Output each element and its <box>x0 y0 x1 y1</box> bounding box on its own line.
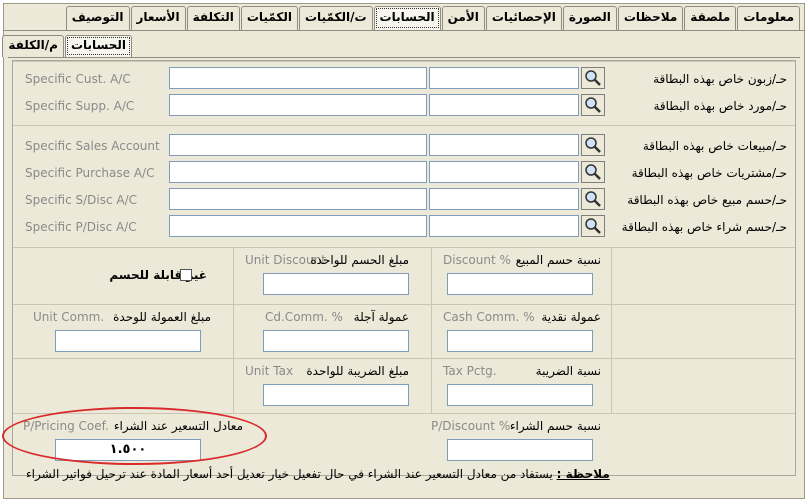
subtab-cost-center[interactable]: م/الكلفة <box>2 35 64 57</box>
purchase-discount-account-name-field[interactable] <box>429 215 579 237</box>
subtab-strip-divider <box>8 57 800 58</box>
magnifier-icon <box>585 137 601 153</box>
note-text: يستفاد من معادل التسعير عند الشراء في حا… <box>26 467 553 481</box>
annotation-oval <box>2 407 267 465</box>
tab-prices[interactable]: الأسعار <box>130 6 186 30</box>
p-discount-en-label: P/Discount % <box>431 419 511 433</box>
cash-comm-field[interactable] <box>447 330 593 352</box>
account-label-en: Specific Purchase A/C <box>25 166 155 180</box>
account-row-customer: Specific Cust. A/C حـ/زبون خاص بهذه البط… <box>13 67 795 93</box>
account-label-en: Specific P/Disc A/C <box>25 220 137 234</box>
account-row-sales: Specific Sales Account حـ/مبيعات خاص بهذ… <box>13 134 795 160</box>
tax-pct-field[interactable] <box>447 384 593 406</box>
unit-comm-field[interactable] <box>55 330 201 352</box>
cash-comm-ar-label: عمولة نقدية <box>541 310 601 324</box>
unit-comm-ar-label: مبلغ العمولة للوحدة <box>113 310 211 324</box>
p-discount-field[interactable] <box>447 439 593 461</box>
customer-account-search-button[interactable] <box>581 67 605 89</box>
account-label-ar: حـ/زبون خاص بهذه البطاقة <box>653 72 787 86</box>
tax-pct-en-label: Tax Pctg. <box>443 364 497 378</box>
account-label-ar: حـ/حسم شراء خاص بهذه البطاقة <box>621 220 787 234</box>
supplier-account-search-button[interactable] <box>581 94 605 116</box>
tab-accounts[interactable]: الحسابات <box>373 6 441 30</box>
note-label: ملاحظة : <box>556 467 610 481</box>
tab-sticker[interactable]: ملصقة <box>684 6 737 30</box>
unit-discount-field[interactable] <box>263 273 409 295</box>
cd-comm-field[interactable] <box>263 330 409 352</box>
purchase-account-name-field[interactable] <box>429 161 579 183</box>
customer-account-name-field[interactable] <box>429 67 579 89</box>
unit-tax-ar-label: مبلغ الضريبة للواحدة <box>306 364 409 378</box>
purchase-discount-account-search-button[interactable] <box>581 215 605 237</box>
tab-security[interactable]: الأمن <box>441 6 485 30</box>
tab-strip-divider <box>4 30 804 31</box>
subtab-accounts[interactable]: الحسابات <box>64 35 132 57</box>
account-label-en: Specific S/Disc A/C <box>25 193 138 207</box>
cash-comm-en-label: Cash Comm. % <box>443 310 535 324</box>
sales-discount-account-search-button[interactable] <box>581 188 605 210</box>
sales-account-code-field[interactable] <box>169 134 427 156</box>
account-label-ar: حـ/مشتريات خاص بهذه البطاقة <box>631 166 787 180</box>
p-discount-ar-label: نسبة حسم الشراء <box>509 419 601 433</box>
magnifier-icon <box>585 218 601 234</box>
main-tab-strip: معلومات ملصقة ملاحظات الصورة الإحصائيات … <box>65 6 800 30</box>
supplier-account-name-field[interactable] <box>429 94 579 116</box>
tab-cost[interactable]: التكلفة <box>186 6 240 30</box>
magnifier-icon <box>585 70 601 86</box>
account-label-en: Specific Supp. A/C <box>25 99 135 113</box>
purchase-account-code-field[interactable] <box>169 161 427 183</box>
tab-info[interactable]: معلومات <box>737 6 800 30</box>
account-label-ar: حـ/مورد خاص بهذه البطاقة <box>653 99 787 113</box>
account-row-supplier: Specific Supp. A/C حـ/مورد خاص بهذه البط… <box>13 94 795 120</box>
account-label-en: Specific Sales Account <box>25 139 160 153</box>
cd-comm-ar-label: عمولة آجلة <box>353 310 409 324</box>
not-discountable-label: غير قابلة للحسم <box>109 268 207 282</box>
sales-account-search-button[interactable] <box>581 134 605 156</box>
magnifier-icon <box>585 97 601 113</box>
tab-image[interactable]: الصورة <box>562 6 617 30</box>
cd-comm-en-label: Cd.Comm. % <box>265 310 343 324</box>
unit-tax-en-label: Unit Tax <box>245 364 294 378</box>
customer-account-code-field[interactable] <box>169 67 427 89</box>
account-label-ar: حـ/حسم مبيع خاص بهذه البطاقة <box>627 193 787 207</box>
sales-discount-account-code-field[interactable] <box>169 188 427 210</box>
purchase-account-search-button[interactable] <box>581 161 605 183</box>
account-row-purchase: Specific Purchase A/C حـ/مشتريات خاص بهذ… <box>13 161 795 187</box>
sales-discount-account-name-field[interactable] <box>429 188 579 210</box>
account-row-sales-discount: Specific S/Disc A/C حـ/حسم مبيع خاص بهذه… <box>13 188 795 214</box>
unit-discount-ar-label: مبلغ الحسم للواحدة <box>310 253 409 267</box>
tab-statistics[interactable]: الإحصائيات <box>485 6 562 30</box>
tab-notes[interactable]: ملاحظات <box>617 6 684 30</box>
purchase-discount-account-code-field[interactable] <box>169 215 427 237</box>
account-label-ar: حـ/مبيعات خاص بهذه البطاقة <box>642 139 787 153</box>
discount-pct-field[interactable] <box>447 273 593 295</box>
footer-note: ملاحظة : يستفاد من معادل التسعير عند الش… <box>26 467 610 481</box>
tax-pct-ar-label: نسبة الضريبة <box>535 364 601 378</box>
unit-comm-en-label: Unit Comm. <box>33 310 105 324</box>
tab-quantities-t[interactable]: ت/الكمّيات <box>298 6 373 30</box>
unit-tax-field[interactable] <box>263 384 409 406</box>
account-row-purchase-discount: Specific P/Disc A/C حـ/حسم شراء خاص بهذه… <box>13 215 795 241</box>
discount-pct-ar-label: نسبة حسم المبيع <box>515 253 601 267</box>
not-discountable-checkbox[interactable] <box>180 269 192 281</box>
supplier-account-code-field[interactable] <box>169 94 427 116</box>
account-label-en: Specific Cust. A/C <box>25 72 131 86</box>
tab-quantities[interactable]: الكمّيات <box>240 6 298 30</box>
discount-pct-en-label: Discount % <box>443 253 511 267</box>
tab-description[interactable]: التوصيف <box>65 6 130 30</box>
magnifier-icon <box>585 164 601 180</box>
sales-account-name-field[interactable] <box>429 134 579 156</box>
magnifier-icon <box>585 191 601 207</box>
sub-tab-strip: الحسابات م/الكلفة <box>1 35 132 57</box>
